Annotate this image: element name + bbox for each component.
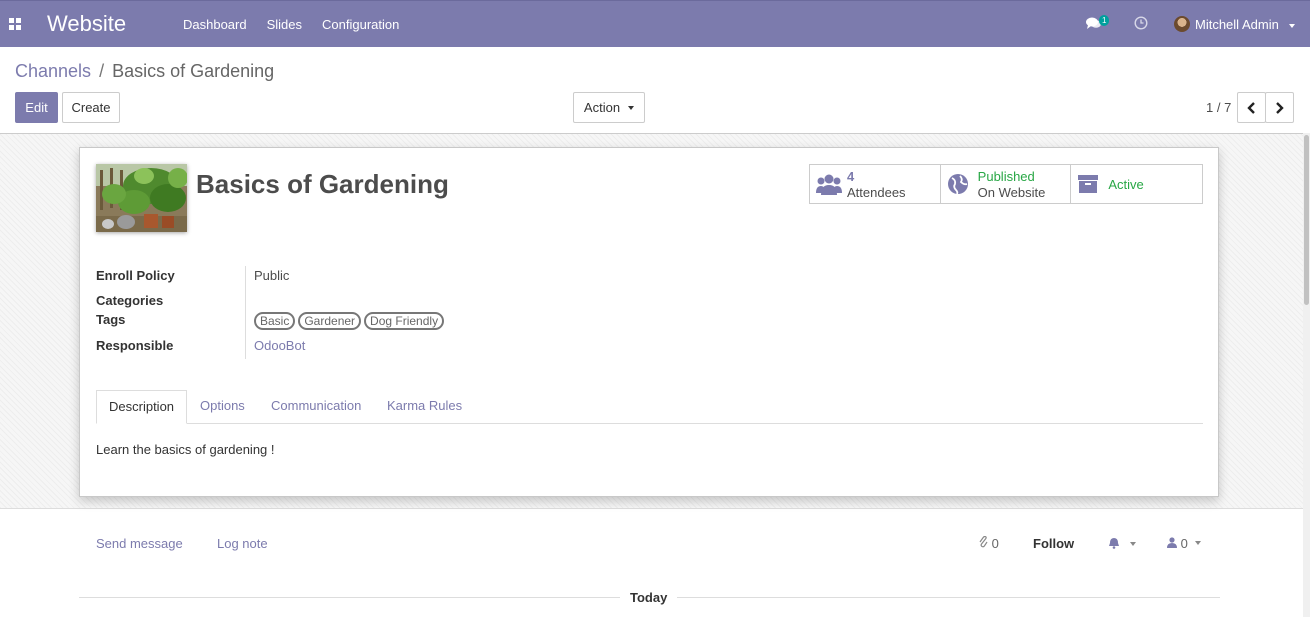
action-caret-icon [628, 105, 635, 110]
menu-item-dashboard[interactable]: Dashboard [183, 17, 247, 32]
user-menu[interactable]: Mitchell Admin [1195, 17, 1279, 32]
user-avatar[interactable] [1174, 16, 1190, 32]
pager-next-button[interactable] [1265, 92, 1294, 123]
breadcrumb-current: Basics of Gardening [112, 61, 275, 81]
followers-count: 0 [1180, 536, 1188, 551]
pager-value[interactable]: 1 / 7 [1206, 100, 1231, 115]
breadcrumb-channels-link[interactable]: Channels [15, 61, 91, 81]
attendees-count: 4 [847, 169, 855, 184]
tags-label: Tags [96, 312, 126, 327]
chevron-right-icon [1276, 101, 1284, 114]
tab-communication[interactable]: Communication [271, 390, 361, 424]
notifications-dropdown[interactable] [1108, 537, 1136, 552]
fields-separator [245, 266, 246, 359]
bell-icon [1109, 538, 1119, 549]
scrollbar-thumb[interactable] [1304, 135, 1309, 305]
published-status: Published [977, 169, 1035, 184]
log-note-button[interactable]: Log note [217, 536, 268, 551]
messages-count-badge: 1 [1099, 15, 1110, 26]
attendees-button[interactable]: 4 Attendees [810, 165, 941, 203]
menu-item-slides[interactable]: Slides [267, 17, 302, 32]
date-separator-label: Today [620, 590, 678, 605]
apps-menu-icon[interactable] [9, 18, 21, 30]
send-message-button[interactable]: Send message [96, 536, 183, 551]
attendees-label: Attendees [847, 185, 906, 200]
tag-badge[interactable]: Dog Friendly [364, 312, 445, 330]
bell-caret-icon [1129, 542, 1136, 546]
description-text[interactable]: Learn the basics of gardening ! [96, 442, 275, 457]
follow-button[interactable]: Follow [1033, 536, 1074, 551]
responsible-value-link[interactable]: OdooBot [254, 338, 305, 353]
breadcrumb: Channels / Basics of Gardening [15, 61, 274, 82]
edit-button[interactable]: Edit [15, 92, 58, 123]
enroll-policy-value: Public [254, 268, 290, 283]
publish-toggle-button[interactable]: Published On Website [941, 165, 1072, 203]
breadcrumb-separator: / [99, 61, 105, 81]
create-button[interactable]: Create [62, 92, 120, 123]
notebook-tabs: Description Options Communication Karma … [96, 390, 1203, 424]
active-label: Active [1108, 177, 1144, 192]
action-dropdown-button[interactable]: Action [573, 92, 645, 123]
tab-description[interactable]: Description [96, 390, 188, 424]
enroll-policy-label: Enroll Policy [96, 268, 175, 283]
tab-karma-rules[interactable]: Karma Rules [387, 390, 462, 424]
attachments-button[interactable]: 0 [979, 535, 999, 551]
paperclip-icon [979, 535, 988, 548]
categories-label: Categories [96, 293, 164, 308]
channel-image[interactable] [96, 164, 187, 232]
pager-previous-button[interactable] [1237, 92, 1266, 123]
app-brand[interactable]: Website [47, 11, 126, 37]
tag-badge[interactable]: Basic [254, 312, 296, 330]
chevron-left-icon [1247, 101, 1255, 114]
globe-icon [947, 174, 968, 195]
main-menu: Dashboard Slides Configuration [183, 17, 419, 32]
menu-item-configuration[interactable]: Configuration [322, 17, 399, 32]
user-icon [1167, 537, 1177, 548]
followers-dropdown[interactable]: 0 [1167, 536, 1202, 551]
tab-options[interactable]: Options [200, 390, 245, 424]
user-menu-caret-icon[interactable] [1289, 24, 1295, 28]
tags-field: Basic Gardener Dog Friendly [254, 312, 447, 330]
followers-caret-icon [1195, 541, 1202, 545]
top-navbar: Website Dashboard Slides Configuration 1… [0, 0, 1310, 47]
published-label: On Website [977, 185, 1046, 200]
record-title: Basics of Gardening [196, 169, 449, 199]
activity-clock-icon[interactable] [1134, 16, 1148, 33]
responsible-label: Responsible [96, 338, 174, 353]
action-label: Action [583, 100, 621, 115]
smart-button-box: 4 Attendees Published On Website Active [809, 164, 1203, 204]
archive-icon [1078, 175, 1099, 193]
attachments-count: 0 [991, 536, 999, 551]
active-toggle-button[interactable]: Active [1071, 165, 1202, 203]
users-icon [816, 174, 842, 195]
form-sheet: Basics of Gardening 4 Attendees Publishe… [79, 147, 1219, 497]
tag-badge[interactable]: Gardener [298, 312, 362, 330]
